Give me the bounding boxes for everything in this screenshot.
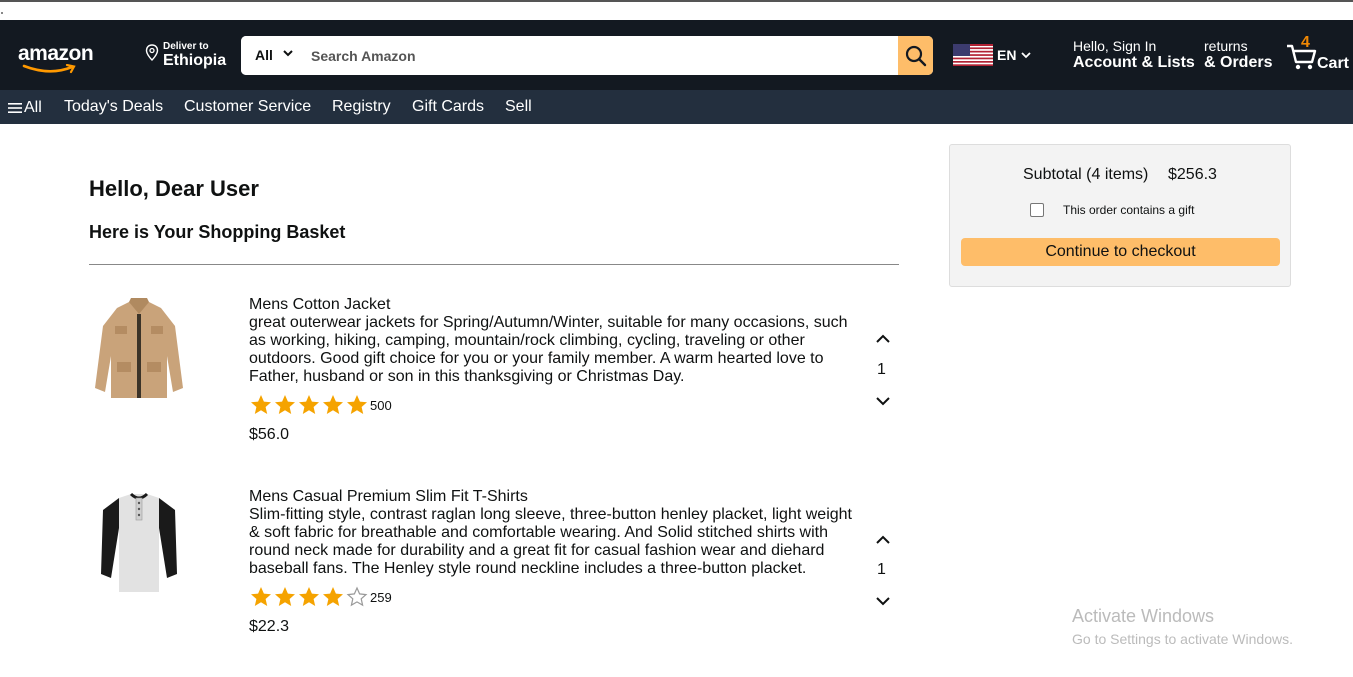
star-icon (251, 587, 271, 606)
nav-customer-service[interactable]: Customer Service (184, 98, 311, 116)
orders-label: & Orders (1204, 54, 1273, 71)
hamburger-icon (8, 103, 22, 113)
language-selector[interactable]: EN (953, 44, 1033, 66)
all-menu-label: All (24, 99, 42, 116)
star-icon (299, 587, 319, 606)
all-menu-button[interactable]: All (8, 99, 42, 117)
watermark-line2: Go to Settings to activate Windows. (1072, 631, 1293, 647)
gift-checkbox[interactable] (1030, 203, 1044, 217)
product-price: $22.3 (249, 618, 290, 635)
star-outline-icon (346, 586, 368, 607)
search-button[interactable] (898, 36, 933, 75)
greeting: Hello, Dear User (89, 176, 259, 201)
star-icon (323, 395, 343, 414)
search-input[interactable] (301, 36, 899, 75)
product-info: Mens Cotton Jacket great outerwear jacke… (249, 296, 854, 444)
language-code: EN (997, 47, 1017, 63)
product-title[interactable]: Mens Casual Premium Slim Fit T-Shirts (249, 488, 854, 506)
us-flag-icon (953, 44, 993, 66)
chevron-down-icon[interactable] (875, 596, 891, 606)
star-icon (299, 395, 319, 414)
account-label: Account & Lists (1073, 54, 1195, 71)
chevron-down-icon (283, 50, 293, 57)
nav-registry[interactable]: Registry (332, 98, 391, 116)
product-info: Mens Casual Premium Slim Fit T-Shirts Sl… (249, 488, 854, 636)
star-half-icon (347, 395, 367, 414)
deliver-to[interactable]: Deliver to Ethiopia (145, 40, 235, 74)
location-pin-icon (145, 44, 159, 61)
star-icon (275, 587, 295, 606)
search-category-select[interactable]: All (241, 36, 301, 75)
watermark-line1: Activate Windows (1072, 606, 1215, 626)
amazon-logo[interactable]: amazon (18, 42, 94, 74)
subtotal-amount: $256.3 (1168, 166, 1217, 183)
search-bar: All (241, 36, 933, 75)
rating-count: 500 (370, 397, 392, 413)
subtotal-box: Subtotal (4 items) $256.3 This order con… (949, 144, 1291, 287)
search-category-label: All (255, 47, 273, 63)
cart-count: 4 (1301, 34, 1310, 51)
star-icon (251, 395, 271, 414)
product-title[interactable]: Mens Cotton Jacket (249, 296, 854, 314)
star-icon (275, 395, 295, 414)
basket-title: Here is Your Shopping Basket (89, 222, 346, 242)
deliver-to-location: Ethiopia (163, 52, 227, 69)
quantity-value: 1 (877, 361, 886, 378)
nav-bar: All Today's Deals Customer Service Regis… (0, 90, 1353, 124)
nav-gift-cards[interactable]: Gift Cards (412, 98, 484, 116)
account-lists[interactable]: Hello, Sign In Account & Lists (1073, 38, 1195, 71)
product-price: $56.0 (249, 426, 290, 443)
browser-top-strip (0, 0, 1353, 20)
deliver-to-label: Deliver to (163, 41, 209, 52)
logo-text: amazon (18, 42, 94, 65)
product-description: great outerwear jackets for Spring/Autum… (249, 314, 848, 385)
site-header: amazon Deliver to Ethiopia All Search Am… (0, 20, 1353, 90)
returns-label: returns (1204, 38, 1248, 54)
checkout-button[interactable]: Continue to checkout (961, 238, 1280, 266)
account-greeting: Hello, Sign In (1073, 38, 1157, 54)
returns-orders[interactable]: returns & Orders (1204, 38, 1272, 71)
nav-sell[interactable]: Sell (505, 98, 532, 116)
cart-button[interactable]: 4 Cart (1285, 34, 1353, 76)
product-rating: 259 (249, 584, 854, 610)
search-icon (905, 45, 926, 66)
logo-smile-icon (22, 64, 76, 74)
divider (89, 264, 899, 265)
chevron-up-icon[interactable] (875, 535, 891, 545)
product-rating: 500 (249, 392, 854, 418)
quantity-value: 1 (877, 561, 886, 578)
chevron-down-icon (1021, 52, 1031, 59)
chevron-down-icon[interactable] (875, 396, 891, 406)
product-description: Slim-fitting style, contrast raglan long… (249, 506, 852, 577)
product-image-tshirt[interactable] (89, 488, 189, 598)
windows-activation-watermark: Activate Windows Go to Settings to activ… (1072, 606, 1293, 647)
product-image-jacket[interactable] (89, 296, 189, 406)
rating-count: 259 (370, 589, 392, 605)
nav-todays-deals[interactable]: Today's Deals (64, 98, 163, 116)
star-icon (323, 587, 343, 606)
chevron-up-icon[interactable] (875, 334, 891, 344)
subtotal-label: Subtotal (4 items) (1023, 166, 1149, 183)
gift-label: This order contains a gift (1063, 203, 1195, 217)
cart-label: Cart (1317, 55, 1350, 72)
main-content: Hello, Dear User Here is Your Shopping B… (0, 124, 1353, 677)
